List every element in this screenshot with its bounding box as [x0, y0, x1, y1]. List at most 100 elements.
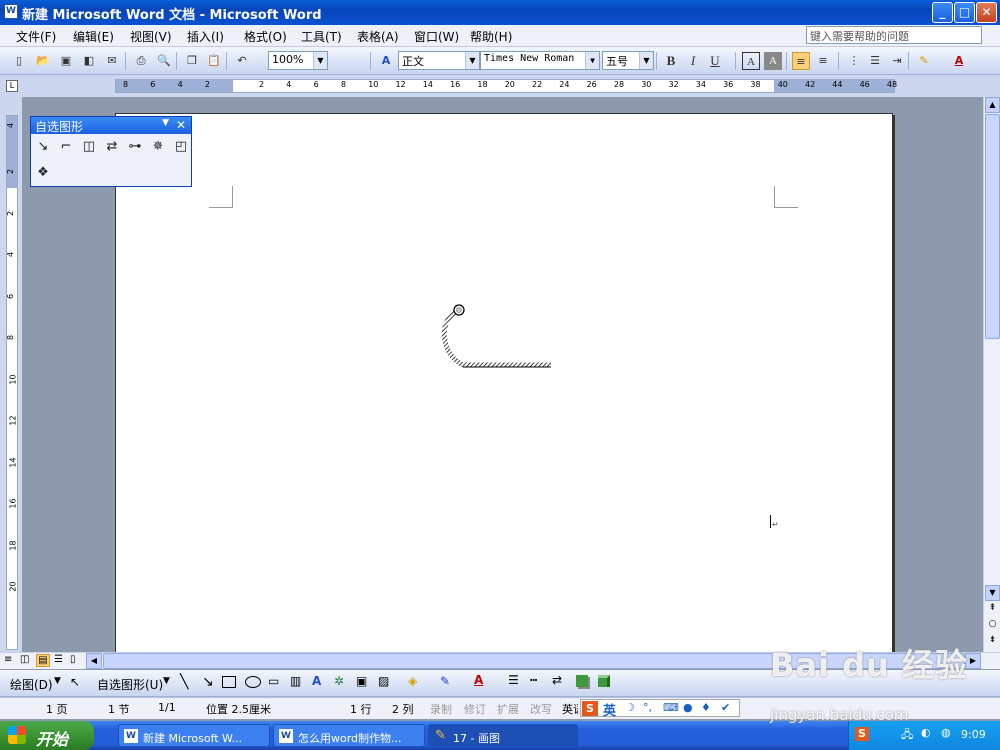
block-arrows-icon[interactable]: ⇄	[102, 137, 122, 157]
tray-app-icon[interactable]: ◍	[941, 726, 951, 739]
highlight-icon[interactable]: ✎	[915, 52, 933, 70]
menu-window[interactable]: 窗口(W)	[414, 28, 459, 45]
draw-menu[interactable]: 绘图(D)	[10, 676, 53, 693]
menu-insert[interactable]: 插入(I)	[187, 28, 224, 45]
paste-icon[interactable]: 📋	[205, 52, 223, 70]
font-select[interactable]: Times New Roman ▼	[480, 51, 600, 70]
open-folder-icon[interactable]: 📂	[34, 52, 52, 70]
undo-icon[interactable]: ↶	[233, 52, 251, 70]
close-icon[interactable]: ✕	[176, 118, 186, 132]
zoom-select[interactable]: 100% ▼	[268, 51, 328, 70]
oval-icon[interactable]	[245, 676, 261, 688]
3d-style-icon[interactable]	[598, 675, 610, 687]
task-browser[interactable]: W 怎么用word制作物...	[273, 724, 425, 747]
outline-view-icon[interactable]: ☰	[54, 654, 63, 665]
reading-view-icon[interactable]: ▯	[70, 654, 76, 665]
print-preview-icon[interactable]: 🔍	[155, 52, 173, 70]
document-page[interactable]: ↵	[115, 113, 893, 658]
menu-file[interactable]: 文件(F)	[16, 28, 56, 45]
char-border-button[interactable]: A	[742, 52, 760, 70]
new-document-icon[interactable]: ▯	[10, 52, 28, 70]
menu-tools[interactable]: 工具(T)	[301, 28, 342, 45]
print-icon[interactable]: ⎙	[132, 52, 150, 70]
start-button[interactable]: 开始	[0, 721, 94, 750]
minimize-button[interactable]: _	[932, 2, 953, 23]
save-icon[interactable]: ▣	[57, 52, 75, 70]
ime-mode[interactable]: 英	[603, 700, 616, 719]
dash-style-icon[interactable]: ┅	[530, 673, 537, 687]
arrow-style-icon[interactable]: ⇄	[552, 673, 562, 687]
bullets-icon[interactable]: ☰	[866, 52, 884, 70]
tools-icon[interactable]: ✔	[721, 701, 730, 714]
previous-page-icon[interactable]: ⇞	[985, 603, 1000, 618]
vertical-scrollbar[interactable]: ▲ ▼ ⇞ ○ ⇟	[983, 97, 1000, 652]
align-center-icon[interactable]: ≡	[814, 52, 832, 70]
numbering-icon[interactable]: ⋮	[845, 52, 863, 70]
font-color-icon[interactable]: A	[950, 52, 968, 70]
scroll-right-icon[interactable]: ▶	[965, 653, 981, 669]
ime-toolbar[interactable]: S 英 ☽ °, ⌨ ● ♦ ✔	[580, 699, 740, 719]
rectangle-icon[interactable]	[222, 676, 236, 688]
basic-shapes-icon[interactable]: ◫	[79, 137, 99, 157]
email-icon[interactable]: ✉	[103, 52, 121, 70]
task-word-document[interactable]: W 新建 Microsoft W...	[118, 724, 270, 747]
arrow-icon[interactable]: ↘	[202, 674, 214, 690]
select-objects-icon[interactable]: ↖	[70, 675, 80, 689]
web-view-icon[interactable]: ◫	[20, 654, 29, 665]
help-search-input[interactable]: 键入需要帮助的问题	[806, 26, 982, 44]
bold-button[interactable]: B	[662, 52, 680, 70]
close-button[interactable]: ✕	[976, 2, 997, 23]
flowchart-icon[interactable]: ⊶	[125, 137, 145, 157]
more-autoshapes-icon[interactable]: ❖	[33, 163, 53, 183]
task-paint[interactable]: ✎ 17 - 画图	[428, 724, 578, 747]
restore-button[interactable]: □	[954, 2, 975, 23]
sogou-icon[interactable]: S	[582, 701, 598, 716]
status-track-changes[interactable]: 修订	[464, 701, 486, 717]
fill-color-icon[interactable]: ◈	[408, 674, 417, 688]
chevron-down-icon[interactable]: ▼	[54, 676, 61, 686]
moon-icon[interactable]: ☽	[625, 701, 635, 714]
h-scroll-thumb[interactable]	[103, 653, 965, 669]
chevron-down-icon[interactable]: ▼	[163, 676, 170, 686]
options-arrow-icon[interactable]: ▼	[162, 118, 169, 128]
tab-selector[interactable]: L	[6, 80, 18, 92]
line-color-icon[interactable]: ✎	[440, 674, 450, 688]
line-icon[interactable]: ╲	[180, 674, 188, 690]
scroll-up-icon[interactable]: ▲	[985, 97, 1000, 113]
status-record[interactable]: 录制	[430, 701, 452, 717]
picture-icon[interactable]: ▨	[378, 674, 389, 688]
print-layout-icon[interactable]: ▤	[36, 654, 50, 667]
line-style-icon[interactable]: ☰	[508, 673, 519, 687]
lines-icon[interactable]: ↘	[33, 137, 53, 157]
draw-font-color-icon[interactable]: A	[474, 673, 483, 687]
menu-table[interactable]: 表格(A)	[357, 28, 399, 45]
menu-format[interactable]: 格式(O)	[244, 28, 287, 45]
stars-banners-icon[interactable]: ✵	[148, 137, 168, 157]
text-box-icon[interactable]: ▭	[268, 674, 279, 688]
punctuation-icon[interactable]: °,	[643, 701, 652, 714]
indent-icon[interactable]: ⇥	[888, 52, 906, 70]
font-size-select[interactable]: 五号 ▼	[602, 51, 654, 70]
autoshapes-menu[interactable]: 自选图形(U)	[97, 676, 163, 693]
drawn-shape[interactable]	[436, 299, 556, 374]
italic-button[interactable]: I	[684, 52, 702, 70]
scroll-left-icon[interactable]: ◀	[86, 653, 102, 669]
normal-view-icon[interactable]: ≡	[4, 654, 12, 665]
wordart-icon[interactable]: A	[312, 674, 321, 688]
clip-art-icon[interactable]: ▣	[356, 674, 367, 688]
status-extend[interactable]: 扩展	[497, 701, 519, 717]
next-page-icon[interactable]: ⇟	[985, 635, 1000, 650]
vertical-text-box-icon[interactable]: ▥	[290, 674, 301, 688]
scroll-down-icon[interactable]: ▼	[985, 585, 1000, 601]
char-shading-button[interactable]: A	[764, 52, 782, 70]
vertical-ruler[interactable]: 4 2 2 4 6 8 10 12 14 16 18 20	[0, 97, 22, 652]
volume-icon[interactable]: ◐	[921, 726, 931, 739]
style-select[interactable]: 正文 ▼	[398, 51, 480, 70]
copy-icon[interactable]: ❐	[183, 52, 201, 70]
select-browse-object-icon[interactable]: ○	[985, 619, 1000, 634]
permission-icon[interactable]: ◧	[80, 52, 98, 70]
user-icon[interactable]: ●	[683, 701, 693, 714]
diagram-icon[interactable]: ✲	[334, 674, 344, 688]
status-overtype[interactable]: 改写	[530, 701, 552, 717]
keyboard-icon[interactable]: ⌨	[663, 701, 679, 714]
